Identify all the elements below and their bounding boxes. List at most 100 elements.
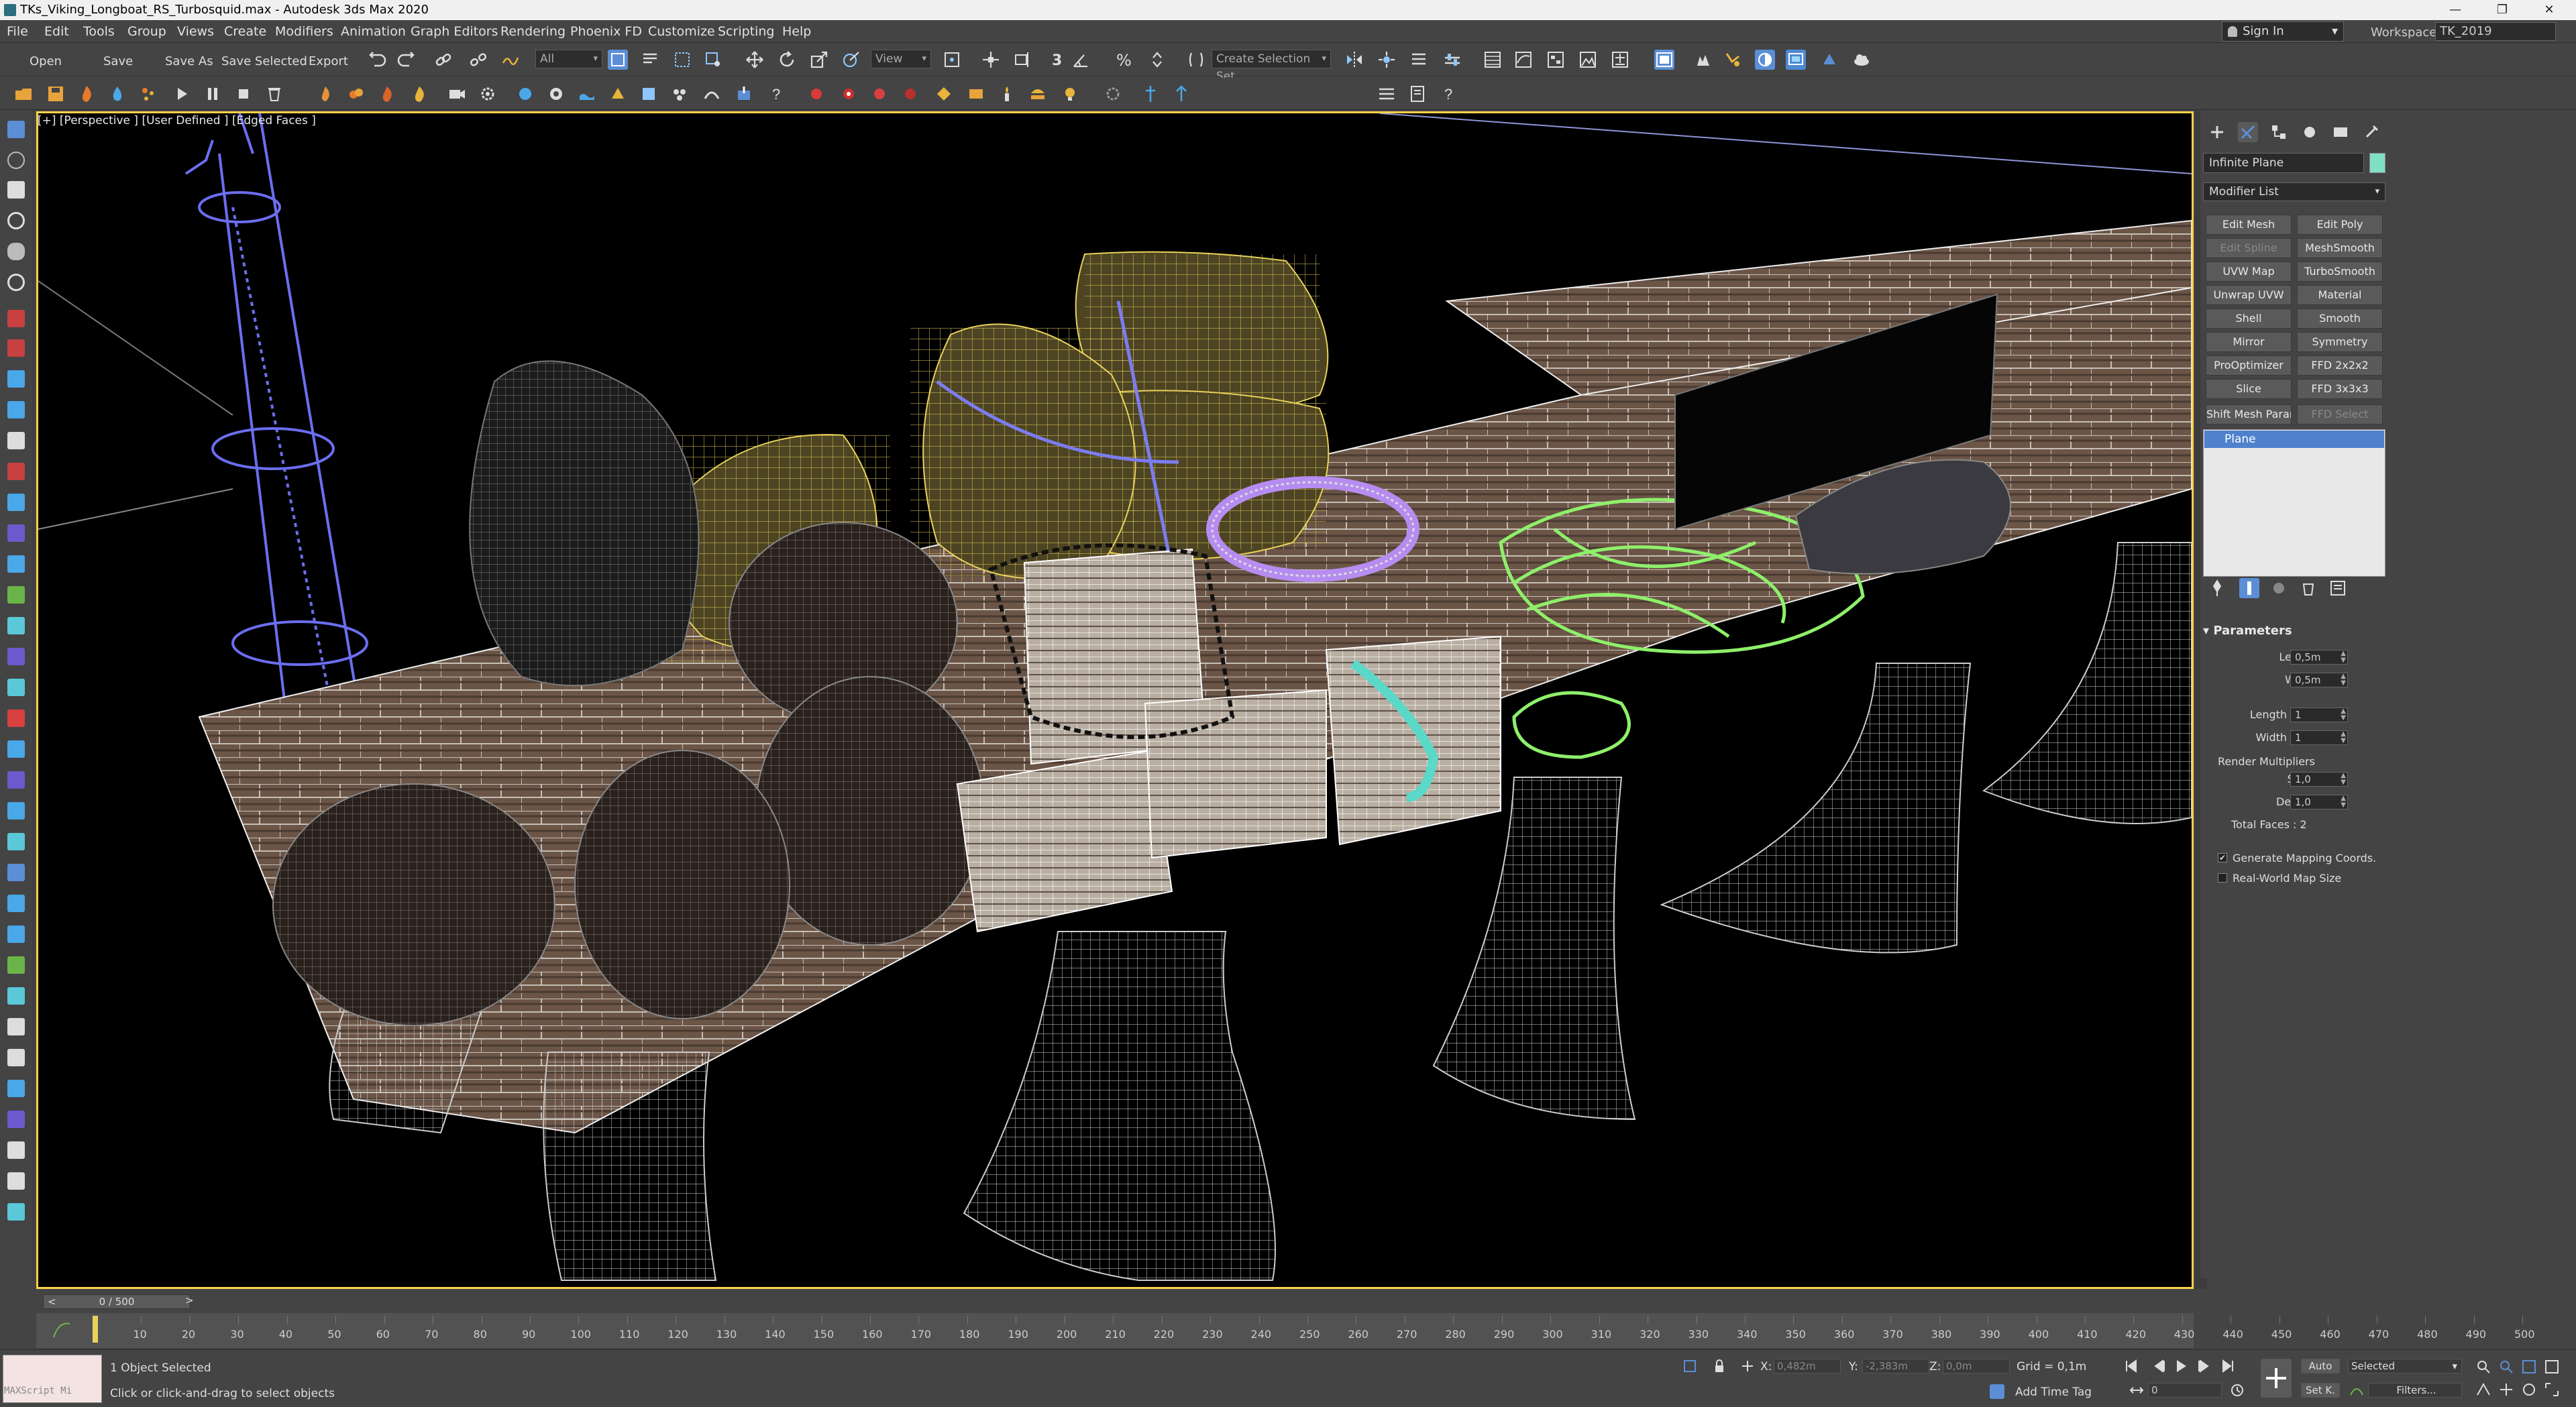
- settings-gear-icon[interactable]: [1103, 84, 1123, 104]
- gear-icon[interactable]: [478, 84, 498, 104]
- pivot-center-icon[interactable]: [942, 50, 962, 70]
- dope-sheet-icon[interactable]: [1377, 84, 1397, 104]
- zoom-extents-icon[interactable]: [2521, 1359, 2537, 1375]
- red-tool-2-icon[interactable]: [7, 339, 25, 357]
- generate-mapping-checkbox[interactable]: ✔: [2218, 853, 2227, 862]
- select-object-icon[interactable]: [608, 50, 628, 70]
- menu-tools[interactable]: Tools: [83, 24, 115, 39]
- voxel-icon[interactable]: [546, 84, 566, 104]
- time-slider-track[interactable]: [36, 1292, 2194, 1312]
- green-tool-icon[interactable]: [7, 586, 25, 604]
- smooth-button[interactable]: Smooth: [2297, 308, 2383, 329]
- notebook-icon[interactable]: [1407, 84, 1428, 104]
- spinner-arrows-icon[interactable]: ▲ ▼: [2341, 651, 2346, 664]
- spinner-arrows-icon[interactable]: ▲ ▼: [2341, 773, 2346, 786]
- fire-source-icon[interactable]: [315, 84, 335, 104]
- play-icon[interactable]: [172, 84, 192, 104]
- menu-rendering[interactable]: Rendering: [500, 24, 566, 39]
- source-icon[interactable]: [608, 84, 628, 104]
- spinner-arrows-icon[interactable]: ▲ ▼: [2341, 708, 2346, 722]
- pin-stack-icon[interactable]: [2207, 578, 2227, 598]
- menu-customize[interactable]: Customize: [648, 24, 715, 39]
- ring-tool-icon[interactable]: [7, 212, 25, 229]
- zoom-all-icon[interactable]: [2498, 1359, 2514, 1375]
- smoke-icon[interactable]: [346, 84, 366, 104]
- maximize-viewport-icon[interactable]: [2544, 1382, 2560, 1398]
- reference-coord-dropdown[interactable]: View ▾: [871, 50, 931, 68]
- real-world-map-size-checkbox[interactable]: [2218, 873, 2227, 883]
- cyan-tool-3-icon[interactable]: [7, 833, 25, 850]
- blue-tool-10-icon[interactable]: [7, 1080, 25, 1097]
- object-color-swatch[interactable]: [2369, 153, 2385, 173]
- blue-tool-6-icon[interactable]: [7, 802, 25, 820]
- window-crossing-icon[interactable]: [703, 50, 723, 70]
- placement-icon[interactable]: [841, 50, 861, 70]
- scale-spinner[interactable]: 1,0 ▲ ▼: [2290, 772, 2348, 787]
- create-selection-set-dropdown[interactable]: Create Selection Set ▾: [1212, 50, 1331, 83]
- add-time-tag-text[interactable]: Add Time Tag: [2015, 1386, 2092, 1399]
- red-tool-3-icon[interactable]: [7, 463, 25, 480]
- play-animation-icon[interactable]: [2172, 1357, 2190, 1375]
- undo-icon[interactable]: [368, 50, 388, 70]
- motion-tab-icon[interactable]: [2300, 122, 2320, 142]
- white-tool-3-icon[interactable]: [7, 1049, 25, 1066]
- toggle-scene-explorer-icon[interactable]: [1409, 50, 1429, 70]
- render-iterative-icon[interactable]: [1723, 50, 1743, 70]
- toggle-layer-explorer-icon[interactable]: [1442, 50, 1462, 70]
- time-tag-icon[interactable]: [1990, 1384, 2004, 1399]
- angle-snap-icon[interactable]: [1071, 50, 1091, 70]
- keyboard-shortcut-override-icon[interactable]: [1013, 50, 1033, 70]
- blue-tool-icon[interactable]: [7, 370, 25, 388]
- render-in-cloud-icon[interactable]: [1786, 50, 1806, 70]
- align-icon[interactable]: [1377, 50, 1397, 70]
- render-production-icon[interactable]: [1693, 50, 1713, 70]
- open-button[interactable]: Open: [30, 54, 62, 68]
- foam-icon[interactable]: [669, 84, 690, 104]
- meshsmooth-button[interactable]: MeshSmooth: [2297, 238, 2383, 258]
- key-mode-toggle-icon[interactable]: [2128, 1382, 2145, 1399]
- save-file-icon[interactable]: [46, 84, 66, 104]
- menu-create[interactable]: Create: [224, 24, 266, 39]
- isolate-selection-icon[interactable]: [1682, 1359, 1697, 1373]
- modifier-list-dropdown[interactable]: Modifier List ▾: [2203, 182, 2385, 201]
- selection-filter-dropdown[interactable]: All ▾: [535, 50, 602, 68]
- move-icon[interactable]: [745, 50, 765, 70]
- next-frame-icon[interactable]: [2195, 1357, 2212, 1375]
- pan-view-icon[interactable]: [2498, 1382, 2514, 1398]
- width-spinner[interactable]: 0,5m ▲ ▼: [2290, 673, 2348, 687]
- bulb-icon[interactable]: [1060, 84, 1080, 104]
- auto-key-button[interactable]: Auto: [2301, 1359, 2340, 1373]
- menu-help[interactable]: Help: [782, 24, 811, 39]
- slice-button[interactable]: Slice: [2206, 379, 2292, 399]
- blue-tool-7-icon[interactable]: [7, 864, 25, 881]
- rectangular-selection-icon[interactable]: [672, 50, 692, 70]
- select-manipulate-icon[interactable]: [981, 50, 1001, 70]
- green-tool-2-icon[interactable]: [7, 956, 25, 974]
- viewport-label[interactable]: [+] [Perspective ] [User Defined ] [Edge…: [38, 114, 316, 127]
- blue-tool-9-icon[interactable]: [7, 925, 25, 943]
- save-button[interactable]: Save: [103, 54, 133, 68]
- object-name-field[interactable]: Infinite Plane: [2203, 153, 2364, 173]
- unwrap-uvw-button[interactable]: Unwrap UVW: [2206, 285, 2292, 305]
- cache-clear-icon[interactable]: [900, 84, 920, 104]
- key-filters-button[interactable]: Filters...: [2368, 1383, 2462, 1398]
- box-tool-icon[interactable]: [7, 181, 25, 199]
- set-key-button[interactable]: Set K.: [2301, 1383, 2340, 1398]
- minimize-button[interactable]: —: [2435, 0, 2475, 20]
- bind-space-warp-icon[interactable]: [500, 50, 521, 70]
- help-question-icon[interactable]: ?: [1438, 84, 1458, 104]
- hierarchy-tab-icon[interactable]: [2269, 122, 2289, 142]
- orbit-view-icon[interactable]: [2521, 1382, 2537, 1398]
- particle-icon[interactable]: [138, 84, 158, 104]
- material-button[interactable]: Material: [2297, 285, 2383, 305]
- mesher-icon[interactable]: [515, 84, 535, 104]
- menu-modifiers[interactable]: Modifiers: [275, 24, 333, 39]
- brick-icon[interactable]: [966, 84, 986, 104]
- stack-item-plane[interactable]: Plane: [2204, 431, 2384, 448]
- time-configuration-icon[interactable]: [2229, 1382, 2246, 1399]
- current-frame-field[interactable]: 0: [2148, 1383, 2222, 1398]
- key-filter-select[interactable]: Selected ▾: [2348, 1359, 2462, 1373]
- display-tab-icon[interactable]: [2330, 122, 2351, 142]
- purple-tool-3-icon[interactable]: [7, 771, 25, 789]
- make-unique-icon[interactable]: [2269, 578, 2289, 598]
